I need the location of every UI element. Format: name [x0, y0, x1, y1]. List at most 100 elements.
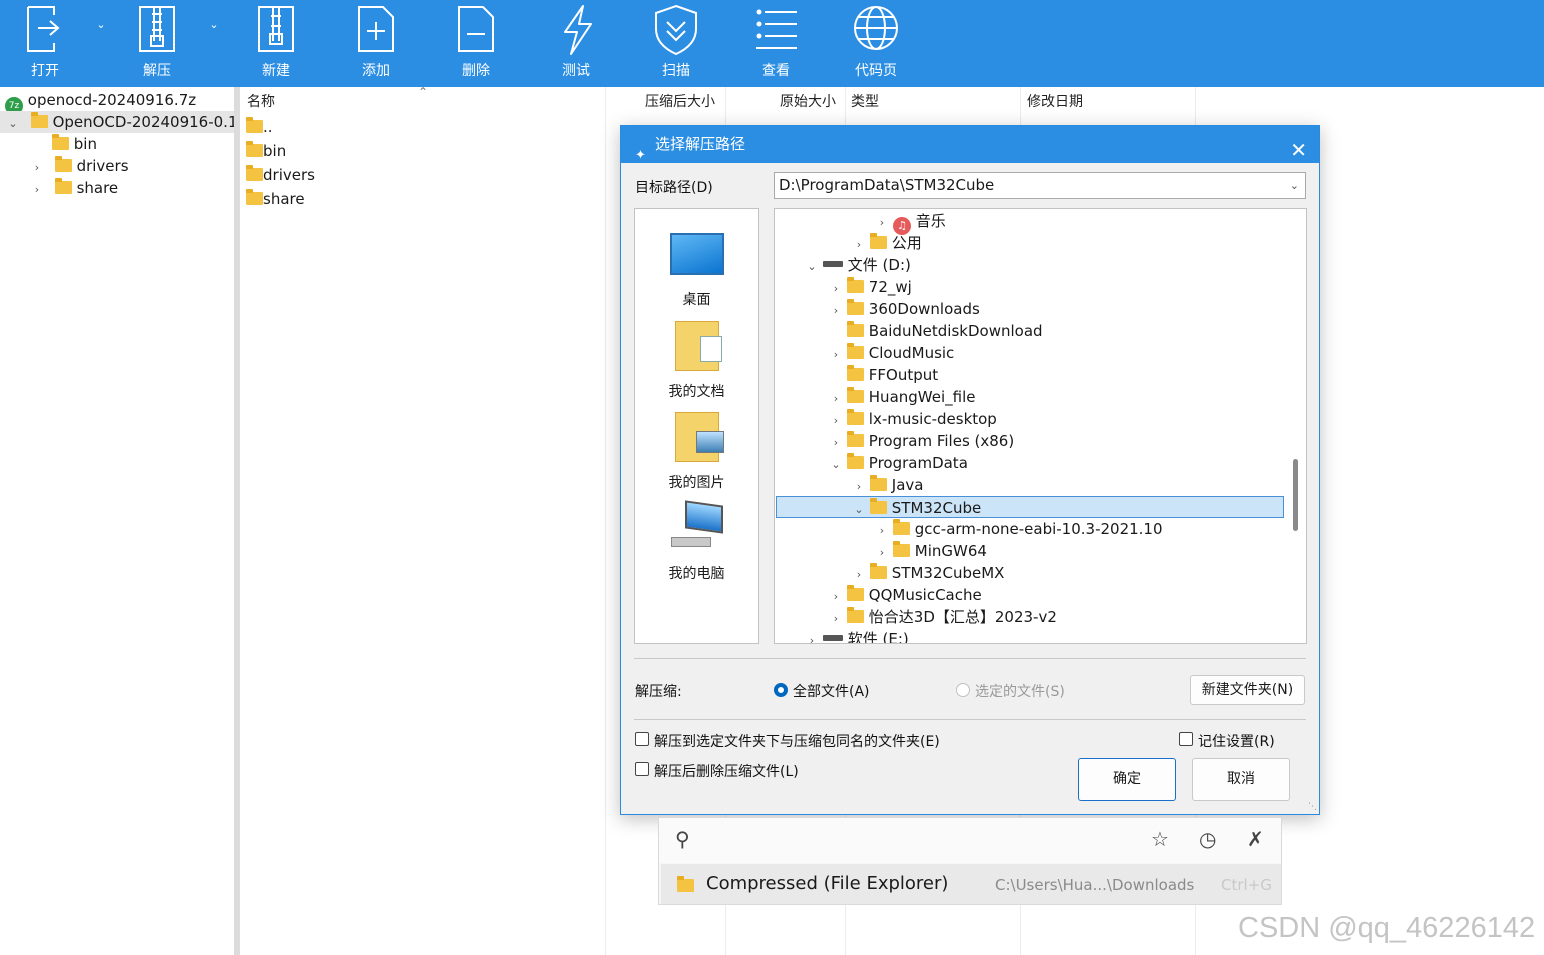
tree-node[interactable]: › MinGW64 — [875, 540, 987, 562]
column-header-compressed[interactable]: 压缩后大小 — [645, 87, 715, 117]
tree-node[interactable]: FFOutput — [829, 364, 938, 386]
radio-all-files-label[interactable]: 全部文件(A) — [793, 681, 870, 701]
list-item[interactable]: drivers — [246, 163, 315, 187]
tree-node[interactable]: › HuangWei_file — [829, 386, 975, 408]
column-header-modified[interactable]: 修改日期 — [1027, 87, 1083, 117]
tree-node-label: STM32Cube — [891, 499, 982, 517]
chevron-right-icon[interactable]: › — [852, 476, 866, 498]
tree-node[interactable]: › 360Downloads — [829, 298, 980, 320]
tree-node[interactable]: › QQMusicCache — [829, 584, 982, 606]
chevron-right-icon[interactable]: › — [829, 432, 843, 454]
tree-node[interactable]: › 72_wj — [829, 276, 912, 298]
chevron-right-icon[interactable]: › — [30, 157, 44, 177]
root-folder-node[interactable]: ⌄ OpenOCD-20240916-0.12.0 — [0, 111, 234, 133]
tree-item-drivers[interactable]: › drivers — [0, 155, 234, 177]
extract-dropdown-icon[interactable]: ⌄ — [207, 18, 221, 32]
tree-node[interactable]: › Program Files (x86) — [829, 430, 1014, 452]
chevron-right-icon[interactable]: › — [829, 344, 843, 366]
tree-node[interactable]: › ♫ 音乐 — [875, 210, 946, 235]
delete-button[interactable]: 删除 — [431, 0, 521, 87]
tree-node[interactable]: › CloudMusic — [829, 342, 954, 364]
chevron-right-icon[interactable]: › — [829, 410, 843, 432]
same-name-folder-label[interactable]: 解压到选定文件夹下与压缩包同名的文件夹(E) — [654, 731, 940, 751]
tree-node[interactable]: BaiduNetdiskDownload — [829, 320, 1043, 342]
radio-all-files[interactable] — [774, 683, 788, 697]
tree-node[interactable]: ⌄ ProgramData — [829, 452, 968, 474]
radio-selected-files-label[interactable]: 选定的文件(S) — [975, 681, 1065, 701]
tree-node[interactable]: ⌄ 文件 (D:) — [805, 254, 911, 278]
archive-node[interactable]: 7z openocd-20240916.7z — [0, 89, 234, 111]
chevron-right-icon[interactable]: › — [875, 520, 889, 542]
tree-node[interactable]: › gcc-arm-none-eabi-10.3-2021.10 — [875, 518, 1163, 540]
list-item[interactable]: share — [246, 187, 305, 211]
chevron-right-icon[interactable]: › — [829, 278, 843, 300]
same-name-folder-checkbox[interactable] — [635, 732, 649, 746]
chevron-down-icon[interactable]: ⌄ — [829, 454, 843, 476]
view-button[interactable]: 查看 — [731, 0, 821, 87]
chevron-right-icon[interactable]: › — [829, 608, 843, 630]
add-button[interactable]: 添加 — [331, 0, 421, 87]
tree-node-label: STM32CubeMX — [891, 564, 1005, 582]
chevron-down-icon[interactable]: ⌄ — [852, 499, 866, 521]
chevron-right-icon[interactable]: › — [852, 234, 866, 256]
target-path-combobox[interactable]: D:\ProgramData\STM32Cube ⌄ — [774, 172, 1306, 199]
popup-item-path: C:\Users\Hua...\Downloads — [995, 876, 1195, 894]
chevron-right-icon[interactable]: › — [829, 300, 843, 322]
chevron-right-icon[interactable]: › — [805, 630, 819, 643]
column-header-original[interactable]: 原始大小 — [780, 87, 836, 117]
chevron-right-icon[interactable]: › — [829, 586, 843, 608]
close-icon[interactable]: ✕ — [1290, 132, 1307, 169]
test-button[interactable]: 测试 — [531, 0, 621, 87]
open-dropdown-icon[interactable]: ⌄ — [94, 18, 108, 32]
tree-item-share[interactable]: › share — [0, 177, 234, 199]
ok-button[interactable]: 确定 — [1078, 758, 1176, 801]
delete-after-extract-checkbox[interactable] — [635, 762, 649, 776]
tree-node[interactable]: › 软件 (E:) — [805, 628, 909, 643]
tree-item-bin[interactable]: bin — [0, 133, 234, 155]
tools-icon[interactable]: ✗ — [1247, 827, 1264, 851]
cancel-button[interactable]: 取消 — [1192, 758, 1290, 801]
place-pictures[interactable]: 我的图片 — [635, 412, 758, 492]
scan-button[interactable]: 扫描 — [631, 0, 721, 87]
view-label: 查看 — [762, 63, 790, 79]
star-icon[interactable]: ☆ — [1151, 827, 1169, 851]
codepage-button[interactable]: 代码页 — [831, 0, 921, 87]
tree-node[interactable]: › 怡合达3D【汇总】2023-v2 — [829, 606, 1057, 628]
delete-after-extract-label[interactable]: 解压后删除压缩文件(L) — [654, 761, 799, 781]
resize-grip-icon[interactable]: ⋱ — [1308, 802, 1317, 812]
place-desktop[interactable]: 桌面 — [635, 233, 758, 309]
popup-list-item[interactable]: Compressed (File Explorer) C:\Users\Hua.… — [661, 864, 1281, 904]
tree-node[interactable]: › 公用 — [852, 232, 922, 254]
remember-settings-checkbox[interactable] — [1179, 732, 1193, 746]
tree-node[interactable]: › STM32CubeMX — [852, 562, 1004, 584]
chevron-right-icon[interactable]: › — [30, 179, 44, 199]
list-item[interactable]: bin — [246, 139, 286, 163]
chevron-right-icon[interactable]: › — [875, 212, 889, 234]
radio-selected-files[interactable] — [956, 683, 970, 697]
chevron-down-icon[interactable]: ⌄ — [1290, 173, 1299, 198]
tree-scrollbar-thumb[interactable] — [1293, 459, 1298, 531]
open-button[interactable]: 打开 — [0, 0, 90, 87]
chevron-down-icon[interactable]: ⌄ — [805, 256, 819, 278]
chevron-right-icon[interactable]: › — [829, 388, 843, 410]
new-folder-button[interactable]: 新建文件夹(N) — [1190, 675, 1305, 705]
chevron-right-icon[interactable]: › — [852, 564, 866, 586]
tree-node-selected[interactable]: ⌄ STM32Cube — [776, 496, 1284, 518]
history-icon[interactable]: ◷ — [1199, 827, 1216, 851]
place-documents[interactable]: 我的文档 — [635, 321, 758, 401]
column-header-name[interactable]: 名称 — [247, 87, 275, 117]
popup-item-shortcut: Ctrl+G — [1221, 876, 1272, 894]
tree-node[interactable]: › lx-music-desktop — [829, 408, 997, 430]
column-header-type[interactable]: 类型 — [851, 87, 879, 117]
chevron-right-icon[interactable]: › — [875, 542, 889, 564]
chevron-down-icon[interactable]: ⌄ — [6, 113, 20, 133]
tree-node-label: 文件 (D:) — [847, 256, 911, 274]
remember-settings-label[interactable]: 记住设置(R) — [1198, 731, 1275, 751]
extract-button[interactable]: 解压 — [112, 0, 202, 87]
extract-label: 解压缩: — [635, 684, 682, 700]
new-button[interactable]: 新建 — [231, 0, 321, 87]
list-item[interactable]: .. — [246, 115, 273, 139]
place-computer[interactable]: 我的电脑 — [635, 500, 758, 583]
tree-node[interactable]: › Java — [852, 474, 923, 496]
search-icon[interactable]: ⚲ — [675, 827, 690, 851]
